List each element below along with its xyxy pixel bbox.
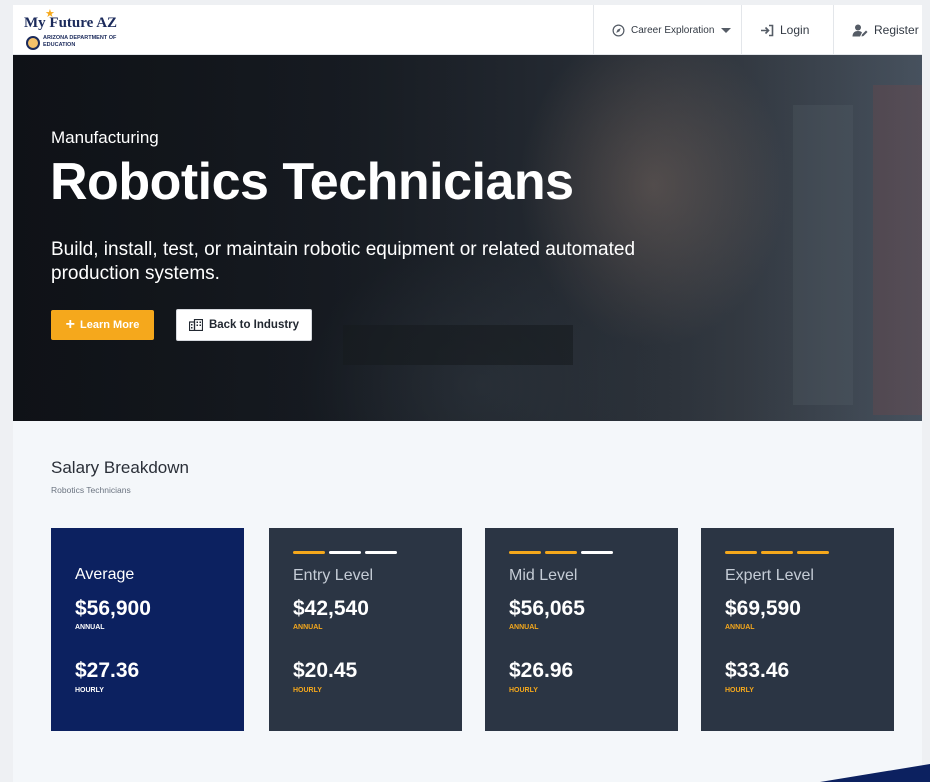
level-indicator <box>509 551 613 554</box>
level-indicator <box>293 551 397 554</box>
level-bar <box>365 551 397 554</box>
sign-in-icon <box>760 24 774 37</box>
hero-description: Build, install, test, or maintain roboti… <box>51 239 636 284</box>
level-indicator <box>725 551 829 554</box>
nav-career-exploration-label: Career Exploration <box>631 24 715 36</box>
logo-title: My Future AZ <box>24 15 118 31</box>
building-icon <box>188 319 203 331</box>
nav-career-exploration[interactable]: Career Exploration <box>593 5 741 55</box>
compass-icon <box>612 24 625 37</box>
nav-register[interactable]: Register <box>833 5 922 55</box>
salary-hourly-value: $27.36 <box>75 659 140 682</box>
salary-hourly-value: $33.46 <box>725 659 790 682</box>
level-bar <box>329 551 361 554</box>
hero-industry: Manufacturing <box>51 128 159 147</box>
learn-more-label: Learn More <box>80 319 140 331</box>
site-logo[interactable]: ★ My Future AZ ARIZONA DEPARTMENT OF EDU… <box>24 8 134 52</box>
salary-annual-label: ANNUAL <box>293 624 323 631</box>
level-bar <box>725 551 757 554</box>
logo-subtitle: ARIZONA DEPARTMENT OF EDUCATION <box>43 35 117 48</box>
level-bar <box>293 551 325 554</box>
salary-subtitle: Robotics Technicians <box>51 485 131 495</box>
decorative-corner <box>820 764 930 782</box>
salary-annual-value: $42,540 <box>293 597 369 620</box>
salary-hourly-label: HOURLY <box>75 687 104 694</box>
salary-card-level: Average <box>75 566 135 583</box>
salary-annual-label: ANNUAL <box>75 624 105 631</box>
salary-card-level: Expert Level <box>725 567 814 584</box>
caret-down-icon <box>721 27 732 33</box>
salary-title: Salary Breakdown <box>51 458 189 477</box>
level-bar <box>545 551 577 554</box>
seal-icon <box>26 36 40 50</box>
salary-hourly-label: HOURLY <box>509 687 538 694</box>
salary-hourly-label: HOURLY <box>293 687 322 694</box>
salary-hourly-value: $26.96 <box>509 659 574 682</box>
hero-title: Robotics Technicians <box>50 153 574 211</box>
level-bar <box>761 551 793 554</box>
nav-login-label: Login <box>780 23 810 37</box>
level-bar <box>797 551 829 554</box>
salary-card-entry: Entry Level $42,540 ANNUAL $20.45 HOURLY <box>269 528 462 731</box>
level-bar <box>509 551 541 554</box>
page: ★ My Future AZ ARIZONA DEPARTMENT OF EDU… <box>13 5 922 782</box>
hero-banner: Manufacturing Robotics Technicians Build… <box>13 55 922 421</box>
salary-annual-value: $56,900 <box>75 597 151 620</box>
nav-login[interactable]: Login <box>741 5 833 55</box>
nav-register-label: Register <box>874 23 919 37</box>
salary-card-level: Entry Level <box>293 567 374 584</box>
back-to-industry-button[interactable]: Back to Industry <box>176 309 312 341</box>
salary-card-level: Mid Level <box>509 567 578 584</box>
salary-card-average: Average $56,900 ANNUAL $27.36 HOURLY <box>51 528 244 731</box>
level-bar <box>581 551 613 554</box>
back-to-industry-label: Back to Industry <box>208 319 300 331</box>
salary-annual-value: $69,590 <box>725 597 801 620</box>
salary-annual-label: ANNUAL <box>509 624 539 631</box>
user-edit-icon <box>852 24 868 37</box>
learn-more-button[interactable]: + Learn More <box>51 310 154 340</box>
salary-hourly-value: $20.45 <box>293 659 358 682</box>
salary-card-mid: Mid Level $56,065 ANNUAL $26.96 HOURLY <box>485 528 678 731</box>
salary-hourly-label: HOURLY <box>725 687 754 694</box>
salary-annual-label: ANNUAL <box>725 624 755 631</box>
site-header: ★ My Future AZ ARIZONA DEPARTMENT OF EDU… <box>13 5 922 55</box>
salary-annual-value: $56,065 <box>509 597 585 620</box>
plus-icon: + <box>65 316 76 333</box>
salary-card-expert: Expert Level $69,590 ANNUAL $33.46 HOURL… <box>701 528 894 731</box>
